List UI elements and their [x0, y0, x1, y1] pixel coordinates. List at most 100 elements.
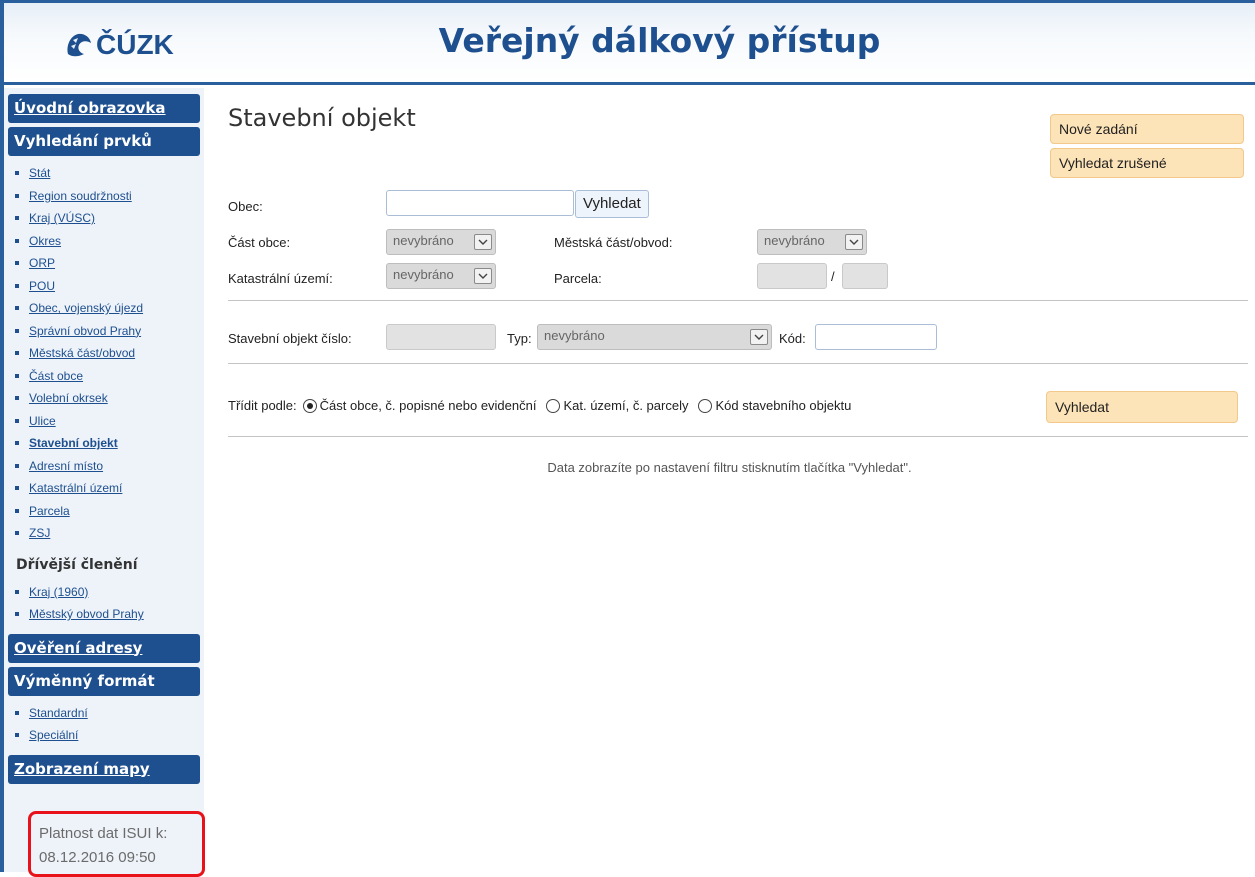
- sidebar-item-adresni-misto[interactable]: Adresní místo: [14, 455, 204, 478]
- obec-label: Obec:: [228, 199, 263, 214]
- cast-obce-select[interactable]: nevybráno: [386, 229, 496, 255]
- new-entry-button[interactable]: Nové zadání: [1050, 114, 1244, 144]
- nav-verify-address[interactable]: Ověření adresy: [8, 633, 200, 663]
- mestska-cast-label: Městská část/obvod:: [554, 235, 673, 250]
- radio-label: Kat. území, č. parcely: [563, 398, 689, 413]
- sort-radio-cast-obce[interactable]: Část obce, č. popisné nebo evidenční: [302, 398, 536, 413]
- sidebar-link[interactable]: Okres: [29, 231, 61, 251]
- sidebar-item-okres[interactable]: Okres: [14, 230, 204, 253]
- sidebar-item-obec[interactable]: Obec, vojenský újezd: [14, 297, 204, 320]
- bullet-icon: [15, 733, 19, 738]
- search-cancelled-button[interactable]: Vyhledat zrušené: [1050, 148, 1244, 178]
- former-division-list: Kraj (1960) Městský obvod Prahy: [4, 579, 204, 634]
- divider: [228, 436, 1248, 437]
- sidebar: Úvodní obrazovka Vyhledání prvků Stát Re…: [4, 88, 204, 872]
- former-division-heading: Dřívější členění: [16, 556, 138, 573]
- so-cislo-label: Stavební objekt číslo:: [228, 331, 352, 346]
- nav-home[interactable]: Úvodní obrazovka: [8, 94, 200, 123]
- sidebar-link[interactable]: Kraj (VÚSC): [29, 208, 95, 228]
- sidebar-link[interactable]: Katastrální území: [29, 478, 122, 498]
- sidebar-link[interactable]: Ulice: [29, 411, 56, 431]
- sidebar-link[interactable]: ZSJ: [29, 523, 50, 543]
- sidebar-item-parcela[interactable]: Parcela: [14, 500, 204, 523]
- bullet-icon: [15, 486, 19, 491]
- bullet-icon: [15, 612, 19, 617]
- main-content: Stavební objekt Nové zadání Vyhledat zru…: [204, 88, 1255, 872]
- search-button[interactable]: Vyhledat: [1046, 391, 1238, 423]
- sidebar-link[interactable]: Adresní místo: [29, 456, 103, 476]
- sidebar-link[interactable]: POU: [29, 276, 55, 296]
- kod-label: Kód:: [779, 331, 806, 346]
- kat-uzemi-label: Katastrální území:: [228, 271, 333, 286]
- radio-checked-icon[interactable]: [302, 398, 317, 413]
- divider: [228, 363, 1248, 364]
- sidebar-link[interactable]: ORP: [29, 253, 55, 273]
- bullet-icon: [15, 238, 19, 243]
- bullet-icon: [15, 441, 19, 446]
- chevron-down-icon: [474, 268, 492, 284]
- kod-input[interactable]: [815, 324, 937, 350]
- sidebar-link[interactable]: Parcela: [29, 501, 70, 521]
- nav-map-view[interactable]: Zobrazení mapy: [8, 754, 200, 784]
- sidebar-link[interactable]: Volební okrsek: [29, 388, 108, 408]
- sidebar-link[interactable]: Stát: [29, 163, 50, 183]
- page-header: ČÚZK Veřejný dálkový přístup: [4, 3, 1255, 85]
- sidebar-link[interactable]: Obec, vojenský újezd: [29, 298, 143, 318]
- sidebar-item-standardni[interactable]: Standardní: [14, 702, 204, 725]
- sidebar-link[interactable]: Standardní: [29, 703, 88, 723]
- bullet-icon: [15, 306, 19, 311]
- bullet-icon: [15, 396, 19, 401]
- sidebar-item-spravni-obvod[interactable]: Správní obvod Prahy: [14, 320, 204, 343]
- sidebar-item-stavebni-objekt[interactable]: Stavební objekt: [14, 432, 204, 455]
- typ-label: Typ:: [507, 331, 532, 346]
- bullet-icon: [15, 418, 19, 423]
- sidebar-item-cast-obce[interactable]: Část obce: [14, 365, 204, 388]
- sort-radio-kod[interactable]: Kód stavebního objektu: [698, 398, 851, 413]
- typ-select[interactable]: nevybráno: [537, 324, 772, 350]
- sidebar-item-mestsky-obvod[interactable]: Městský obvod Prahy: [14, 603, 204, 626]
- chevron-down-icon: [474, 234, 492, 250]
- chevron-down-icon: [750, 329, 768, 345]
- radio-icon[interactable]: [546, 398, 561, 413]
- validity-value: 08.12.2016 09:50: [39, 849, 156, 866]
- obec-search-button[interactable]: Vyhledat: [575, 190, 649, 218]
- typ-value: nevybráno: [544, 328, 605, 343]
- sort-radio-kat-uzemi[interactable]: Kat. území, č. parcely: [546, 398, 688, 413]
- nav-search-elements: Vyhledání prvků: [8, 127, 200, 156]
- parcela-subnumber-input[interactable]: [842, 263, 888, 289]
- obec-input[interactable]: [386, 190, 574, 216]
- sidebar-item-kraj-1960[interactable]: Kraj (1960): [14, 581, 204, 604]
- cast-obce-value: nevybráno: [393, 233, 454, 248]
- so-cislo-input[interactable]: [386, 324, 496, 350]
- sidebar-item-ulice[interactable]: Ulice: [14, 410, 204, 433]
- sidebar-item-mestska-cast[interactable]: Městská část/obvod: [14, 342, 204, 365]
- sidebar-link[interactable]: Region soudržnosti: [29, 186, 132, 206]
- sidebar-item-volebni-okrsek[interactable]: Volební okrsek: [14, 387, 204, 410]
- sidebar-link[interactable]: Stavební objekt: [29, 433, 118, 453]
- sidebar-item-zsj[interactable]: ZSJ: [14, 522, 204, 545]
- sidebar-link[interactable]: Správní obvod Prahy: [29, 321, 141, 341]
- sidebar-item-katastralni-uzemi[interactable]: Katastrální území: [14, 477, 204, 500]
- site-title: Veřejný dálkový přístup: [438, 21, 881, 60]
- sidebar-item-kraj[interactable]: Kraj (VÚSC): [14, 207, 204, 230]
- sidebar-item-region[interactable]: Region soudržnosti: [14, 185, 204, 208]
- parcela-number-input[interactable]: [757, 263, 827, 289]
- info-text: Data zobrazíte po nastavení filtru stisk…: [547, 460, 912, 475]
- data-validity-box: Platnost dat ISUI k: 08.12.2016 09:50: [28, 811, 205, 877]
- sidebar-item-stat[interactable]: Stát: [14, 162, 204, 185]
- sidebar-link[interactable]: Část obce: [29, 366, 83, 386]
- sidebar-link[interactable]: Městská část/obvod: [29, 343, 135, 363]
- sidebar-item-orp[interactable]: ORP: [14, 252, 204, 275]
- radio-icon[interactable]: [698, 398, 713, 413]
- sidebar-link[interactable]: Speciální: [29, 725, 78, 745]
- kat-uzemi-select[interactable]: nevybráno: [386, 263, 496, 289]
- sidebar-link[interactable]: Kraj (1960): [29, 582, 88, 602]
- mestska-cast-select[interactable]: nevybráno: [757, 229, 867, 255]
- sidebar-item-pou[interactable]: POU: [14, 275, 204, 298]
- sidebar-link[interactable]: Městský obvod Prahy: [29, 604, 144, 624]
- bullet-icon: [15, 283, 19, 288]
- bullet-icon: [15, 193, 19, 198]
- sidebar-item-specialni[interactable]: Speciální: [14, 724, 204, 747]
- bullet-icon: [15, 589, 19, 594]
- bullet-icon: [15, 171, 19, 176]
